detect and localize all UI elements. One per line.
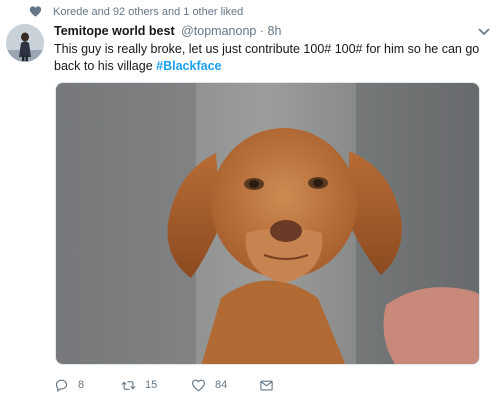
retweet-count: 15 bbox=[145, 379, 158, 391]
avatar[interactable] bbox=[6, 24, 44, 62]
tweet-header: Temitope world best @topmanonp · 8h bbox=[54, 24, 480, 42]
heart-icon bbox=[29, 6, 42, 17]
like-count: 84 bbox=[215, 379, 228, 391]
reply-icon bbox=[55, 379, 68, 392]
tweet-actions: 8 15 84 bbox=[54, 375, 354, 395]
direct-message-button[interactable] bbox=[259, 375, 274, 395]
hashtag-link[interactable]: #Blackface bbox=[156, 59, 221, 73]
puppy-photo bbox=[56, 83, 479, 364]
author-handle[interactable]: @topmanonp bbox=[181, 24, 256, 38]
separator-dot: · bbox=[259, 24, 265, 38]
chevron-down-icon[interactable] bbox=[478, 27, 490, 37]
envelope-icon bbox=[260, 380, 273, 390]
social-context[interactable]: Korede and 92 others and 1 other liked bbox=[29, 4, 244, 20]
tweet-text: This guy is really broke, let us just co… bbox=[54, 41, 484, 75]
reply-button[interactable]: 8 bbox=[54, 375, 84, 395]
reply-count: 8 bbox=[78, 379, 85, 391]
tweet-media[interactable] bbox=[55, 82, 480, 365]
avatar-image bbox=[6, 24, 44, 62]
social-context-text: Korede and 92 others and 1 other liked bbox=[53, 6, 244, 18]
like-button[interactable]: 84 bbox=[191, 375, 227, 395]
heart-outline-icon bbox=[192, 379, 205, 391]
author-name[interactable]: Temitope world best bbox=[54, 24, 175, 38]
tweet-body: This guy is really broke, let us just co… bbox=[54, 42, 480, 73]
retweet-button[interactable]: 15 bbox=[121, 375, 157, 395]
retweet-icon bbox=[121, 380, 136, 390]
tweet-time[interactable]: 8h bbox=[268, 24, 282, 38]
